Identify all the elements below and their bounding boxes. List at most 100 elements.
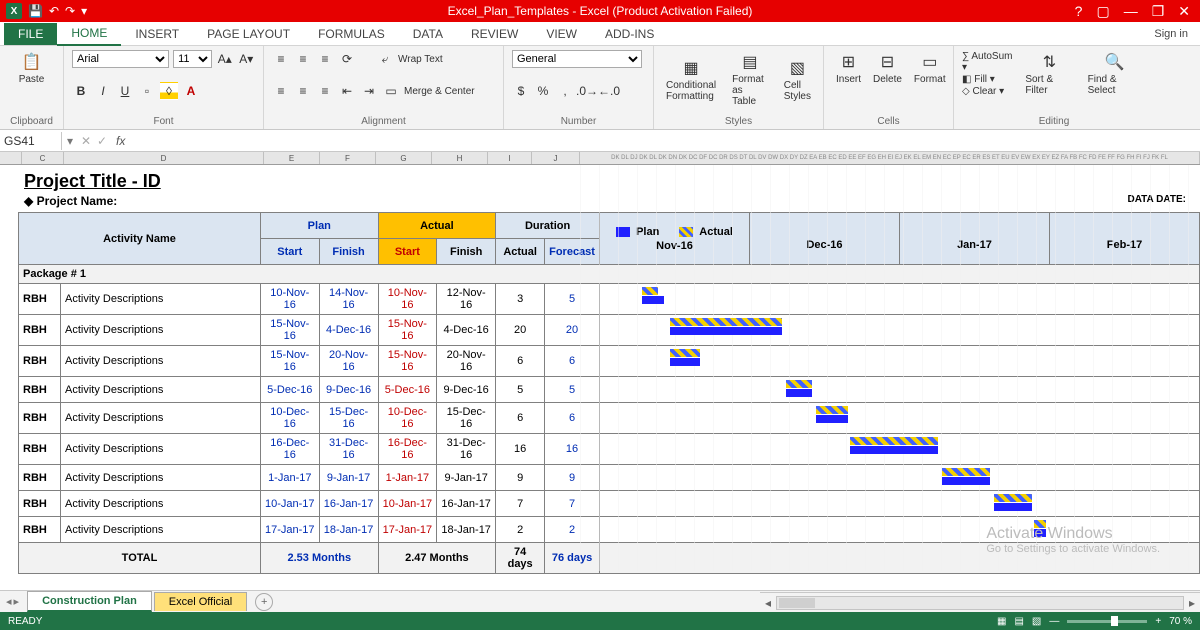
tab-insert[interactable]: INSERT bbox=[121, 23, 193, 45]
help-icon[interactable]: ? bbox=[1075, 3, 1083, 20]
view-break-icon[interactable]: ▧ bbox=[1032, 616, 1041, 627]
table-row[interactable]: RBHActivity Descriptions10-Dec-1615-Dec-… bbox=[19, 403, 1200, 434]
cancel-formula-icon[interactable]: ✕ bbox=[78, 134, 94, 148]
table-row[interactable]: RBHActivity Descriptions17-Jan-1718-Jan-… bbox=[19, 517, 1200, 543]
scroll-right-icon[interactable]: ▸ bbox=[1184, 596, 1200, 610]
merge-icon[interactable]: ▭ bbox=[382, 82, 400, 100]
format-as-table-button[interactable]: ▤Format as Table bbox=[728, 50, 772, 109]
sheet-tab-excel-official[interactable]: Excel Official bbox=[154, 592, 247, 611]
sign-in-link[interactable]: Sign in bbox=[1154, 28, 1200, 40]
enter-formula-icon[interactable]: ✓ bbox=[94, 134, 110, 148]
tab-page-layout[interactable]: PAGE LAYOUT bbox=[193, 23, 304, 45]
add-sheet-button[interactable]: + bbox=[255, 593, 273, 611]
fill-color-button[interactable]: ◊ bbox=[160, 82, 178, 100]
decrease-font-icon[interactable]: A▾ bbox=[237, 50, 255, 68]
total-plan: 2.53 Months bbox=[261, 543, 379, 574]
zoom-slider[interactable] bbox=[1067, 620, 1147, 623]
sheet-tab-construction-plan[interactable]: Construction Plan bbox=[27, 591, 152, 612]
data-date-label: DATA DATE: bbox=[1127, 194, 1196, 205]
group-number-label: Number bbox=[512, 114, 645, 127]
column-headers[interactable]: C D E F G H I J DK DL DJ DK DL DK DN DK … bbox=[0, 152, 1200, 165]
tab-view[interactable]: VIEW bbox=[532, 23, 591, 45]
insert-cells-button[interactable]: ⊞Insert bbox=[832, 50, 865, 87]
fx-icon[interactable]: fx bbox=[110, 134, 131, 148]
format-cells-button[interactable]: ▭Format bbox=[910, 50, 950, 87]
window-title: Excel_Plan_Templates - Excel (Product Ac… bbox=[448, 4, 753, 18]
comma-icon[interactable]: , bbox=[556, 82, 574, 100]
sheet-nav-next-icon[interactable]: ▸ bbox=[14, 595, 20, 608]
save-icon[interactable]: 💾 bbox=[28, 4, 43, 18]
align-left-icon[interactable]: ≡ bbox=[272, 82, 290, 100]
table-row[interactable]: RBHActivity Descriptions10-Nov-1614-Nov-… bbox=[19, 284, 1200, 315]
paste-button[interactable]: 📋Paste bbox=[8, 50, 55, 87]
percent-icon[interactable]: % bbox=[534, 82, 552, 100]
italic-button[interactable]: I bbox=[94, 82, 112, 100]
font-selector[interactable]: Arial bbox=[72, 50, 169, 68]
table-row[interactable]: RBHActivity Descriptions15-Nov-164-Dec-1… bbox=[19, 315, 1200, 346]
redo-icon[interactable]: ↷ bbox=[65, 4, 75, 18]
border-button[interactable]: ▫ bbox=[138, 82, 156, 100]
name-box[interactable]: GS41 bbox=[0, 132, 62, 150]
undo-icon[interactable]: ↶ bbox=[49, 4, 59, 18]
indent-inc-icon[interactable]: ⇥ bbox=[360, 82, 378, 100]
qat-customize-icon[interactable]: ▾ bbox=[81, 4, 87, 18]
excel-icon[interactable]: X bbox=[6, 3, 22, 19]
align-right-icon[interactable]: ≡ bbox=[316, 82, 334, 100]
table-row[interactable]: RBHActivity Descriptions5-Dec-169-Dec-16… bbox=[19, 377, 1200, 403]
tab-home[interactable]: HOME bbox=[57, 22, 121, 46]
bold-button[interactable]: B bbox=[72, 82, 90, 100]
autosum-button[interactable]: ∑ AutoSum ▾ bbox=[962, 51, 1015, 73]
view-page-icon[interactable]: ▤ bbox=[1014, 616, 1023, 627]
scroll-left-icon[interactable]: ◂ bbox=[760, 596, 776, 610]
sort-filter-button[interactable]: ⇅Sort & Filter bbox=[1021, 50, 1077, 98]
merge-center-button[interactable]: Merge & Center bbox=[404, 86, 475, 97]
tab-formulas[interactable]: FORMULAS bbox=[304, 23, 399, 45]
header-month-dec: Dec-16 bbox=[750, 213, 900, 265]
tab-addins[interactable]: ADD-INS bbox=[591, 23, 668, 45]
sheet-nav-prev-icon[interactable]: ◂ bbox=[6, 595, 12, 608]
number-format-selector[interactable]: General bbox=[512, 50, 642, 68]
table-row[interactable]: RBHActivity Descriptions16-Dec-1631-Dec-… bbox=[19, 434, 1200, 465]
cell-styles-button[interactable]: ▧Cell Styles bbox=[780, 56, 815, 104]
dec-decimal-icon[interactable]: ←.0 bbox=[600, 82, 618, 100]
find-select-button[interactable]: 🔍Find & Select bbox=[1084, 50, 1146, 98]
inc-decimal-icon[interactable]: .0→ bbox=[578, 82, 596, 100]
maximize-icon[interactable]: ❐ bbox=[1152, 3, 1165, 20]
zoom-in-button[interactable]: + bbox=[1155, 616, 1161, 627]
orientation-icon[interactable]: ⟳ bbox=[338, 50, 356, 68]
tab-review[interactable]: REVIEW bbox=[457, 23, 532, 45]
worksheet-grid[interactable]: Project Title - ID ◆ Project Name: DATA … bbox=[0, 165, 1200, 595]
fill-button[interactable]: ◧ Fill ▾ bbox=[962, 74, 1015, 85]
project-name-row: ◆ Project Name: DATA DATE: bbox=[0, 194, 1200, 212]
table-row[interactable]: RBHActivity Descriptions1-Jan-179-Jan-17… bbox=[19, 465, 1200, 491]
horizontal-scrollbar[interactable]: ◂ ▸ bbox=[760, 592, 1200, 612]
font-size-selector[interactable]: 11 bbox=[173, 50, 212, 68]
group-clipboard-label: Clipboard bbox=[8, 114, 55, 127]
ribbon-options-icon[interactable]: ▢ bbox=[1096, 3, 1109, 20]
table-row[interactable]: RBHActivity Descriptions10-Jan-1716-Jan-… bbox=[19, 491, 1200, 517]
underline-button[interactable]: U bbox=[116, 82, 134, 100]
currency-icon[interactable]: $ bbox=[512, 82, 530, 100]
zoom-out-button[interactable]: — bbox=[1049, 616, 1059, 627]
tab-data[interactable]: DATA bbox=[399, 23, 457, 45]
view-normal-icon[interactable]: ▦ bbox=[997, 616, 1006, 627]
close-icon[interactable]: ✕ bbox=[1178, 3, 1190, 20]
align-mid-icon[interactable]: ≡ bbox=[294, 50, 312, 68]
zoom-level[interactable]: 70 % bbox=[1169, 616, 1192, 627]
increase-font-icon[interactable]: A▴ bbox=[216, 50, 234, 68]
header-month-feb: Feb-17 bbox=[1050, 213, 1200, 265]
wrap-text-icon[interactable]: ⤶ bbox=[376, 50, 394, 68]
clear-button[interactable]: ◇ Clear ▾ bbox=[962, 86, 1015, 97]
conditional-formatting-button[interactable]: ▦Conditional Formatting bbox=[662, 56, 720, 104]
indent-dec-icon[interactable]: ⇤ bbox=[338, 82, 356, 100]
align-cent-icon[interactable]: ≡ bbox=[294, 82, 312, 100]
align-bot-icon[interactable]: ≡ bbox=[316, 50, 334, 68]
namebox-dropdown-icon[interactable]: ▾ bbox=[62, 134, 78, 148]
tab-file[interactable]: FILE bbox=[4, 23, 57, 45]
align-top-icon[interactable]: ≡ bbox=[272, 50, 290, 68]
wrap-text-button[interactable]: Wrap Text bbox=[398, 54, 443, 65]
minimize-icon[interactable]: — bbox=[1124, 3, 1138, 20]
font-color-button[interactable]: A bbox=[182, 82, 200, 100]
delete-cells-button[interactable]: ⊟Delete bbox=[869, 50, 906, 87]
table-row[interactable]: RBHActivity Descriptions15-Nov-1620-Nov-… bbox=[19, 346, 1200, 377]
